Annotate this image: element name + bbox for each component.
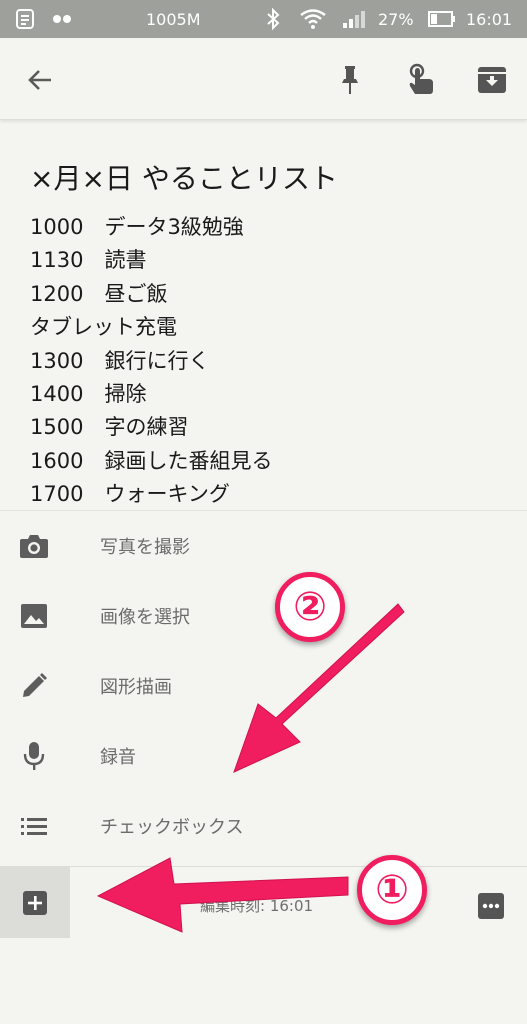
marker-1: ①: [357, 855, 427, 925]
edited-time: 編集時刻: 16:01: [200, 897, 314, 915]
image-icon: [17, 599, 51, 633]
note-line[interactable]: 1600 録画した番組見る: [30, 445, 272, 478]
note-line[interactable]: 1200 昼ご飯: [30, 278, 272, 311]
menu-item-choose-image[interactable]: 画像を選択: [0, 581, 527, 651]
menu-item-record-audio[interactable]: 録音: [0, 721, 527, 791]
menu-item-take-photo[interactable]: 写真を撮影: [0, 511, 527, 581]
reminder-button[interactable]: [400, 60, 440, 100]
menu-item-checkboxes[interactable]: チェックボックス: [0, 791, 527, 861]
bluetooth-icon: [266, 0, 280, 38]
note-line[interactable]: 1500 字の練習: [30, 411, 272, 444]
battery-percent: 27%: [378, 9, 414, 29]
mic-icon: [17, 739, 51, 773]
camera-icon: [17, 529, 51, 563]
note-lines[interactable]: 1000 データ3級勉強 1130 読書 1200 昼ご飯 タブレット充電 13…: [30, 211, 272, 511]
note-line[interactable]: タブレット充電: [30, 311, 272, 344]
note-line[interactable]: 1400 掃除: [30, 378, 272, 411]
clock: 16:01: [466, 9, 513, 29]
menu-item-label: 写真を撮影: [100, 537, 190, 558]
signal-icon: [342, 0, 366, 38]
archive-button[interactable]: [472, 60, 512, 100]
archive-icon: [478, 67, 506, 93]
add-button[interactable]: [0, 867, 70, 939]
marker-2: ②: [275, 572, 345, 642]
network-speed: 1005M: [146, 9, 201, 29]
menu-item-drawing[interactable]: 図形描画: [0, 651, 527, 721]
reminder-hand-icon: [409, 63, 433, 94]
note-bottom-bar: 編集時刻: 16:01: [0, 866, 527, 939]
back-button[interactable]: [20, 60, 60, 100]
note-toolbar: [0, 38, 527, 120]
menu-item-label: 画像を選択: [100, 607, 190, 628]
battery-icon: [428, 0, 456, 38]
dots-notification-icon: [52, 0, 72, 38]
note-line[interactable]: 1130 読書: [30, 244, 272, 277]
note-body[interactable]: ×月×日 やることリスト 1000 データ3級勉強 1130 読書 1200 昼…: [0, 121, 527, 511]
add-content-menu: 写真を撮影 画像を選択 図形描画 録音 チェックボックス: [0, 510, 527, 866]
status-bar: 1005M 27% 16:01: [0, 0, 527, 38]
list-icon: [17, 809, 51, 843]
background-area: [0, 938, 527, 1024]
pen-icon: [17, 669, 51, 703]
note-line[interactable]: 1300 銀行に行く: [30, 345, 272, 378]
notes-notification-icon: [14, 0, 36, 38]
plus-box-icon: [23, 891, 47, 915]
menu-item-label: 録音: [100, 747, 136, 768]
menu-item-label: チェックボックス: [100, 817, 244, 838]
more-dots-icon: [478, 893, 504, 919]
note-line[interactable]: 1000 データ3級勉強: [30, 211, 272, 244]
wifi-icon: [300, 0, 326, 38]
note-title[interactable]: ×月×日 やることリスト: [30, 157, 338, 197]
back-arrow-icon: [28, 70, 51, 90]
pin-button[interactable]: [330, 60, 370, 100]
menu-item-label: 図形描画: [100, 677, 172, 698]
note-line[interactable]: 1700 ウォーキング: [30, 478, 272, 511]
more-options-button[interactable]: [474, 889, 508, 923]
pin-icon: [342, 66, 358, 94]
